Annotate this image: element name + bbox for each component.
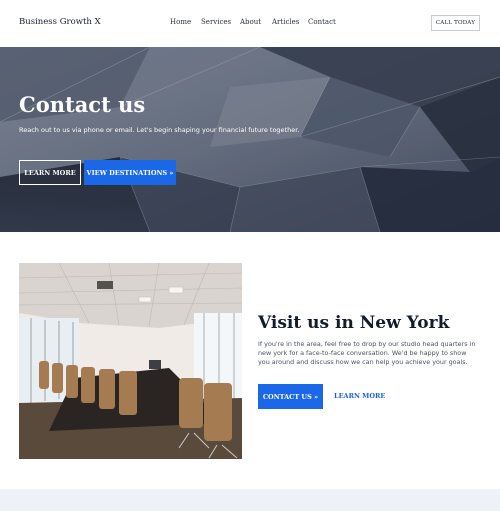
learn-more-button[interactable]: LEARN MORE xyxy=(19,160,81,185)
hero-background-image xyxy=(0,47,500,232)
main-nav: Home Services About Articles Contact xyxy=(0,18,500,30)
site-header: Business Growth X Home Services About Ar… xyxy=(0,0,500,47)
learn-more-link[interactable]: LEARN MORE xyxy=(334,392,385,400)
visit-description: If you're in the area, feel free to drop… xyxy=(258,340,476,367)
footer-band xyxy=(0,489,500,511)
nav-about[interactable]: About xyxy=(240,18,261,26)
view-destinations-button[interactable]: VIEW DESTINATIONS » xyxy=(84,160,176,185)
conference-room-image xyxy=(19,263,242,459)
contact-us-button[interactable]: CONTACT US » xyxy=(258,384,323,409)
nav-articles[interactable]: Articles xyxy=(272,18,299,26)
nav-contact[interactable]: Contact xyxy=(308,18,336,26)
hero-subtitle: Reach out to us via phone or email. Let'… xyxy=(19,126,300,134)
nav-home[interactable]: Home xyxy=(170,18,191,26)
nav-services[interactable]: Services xyxy=(201,18,231,26)
visit-heading: Visit us in New York xyxy=(258,313,450,333)
page-title: Contact us xyxy=(19,92,146,117)
call-today-button[interactable]: CALL TODAY xyxy=(431,15,480,31)
hero-section: Contact us Reach out to us via phone or … xyxy=(0,47,500,232)
